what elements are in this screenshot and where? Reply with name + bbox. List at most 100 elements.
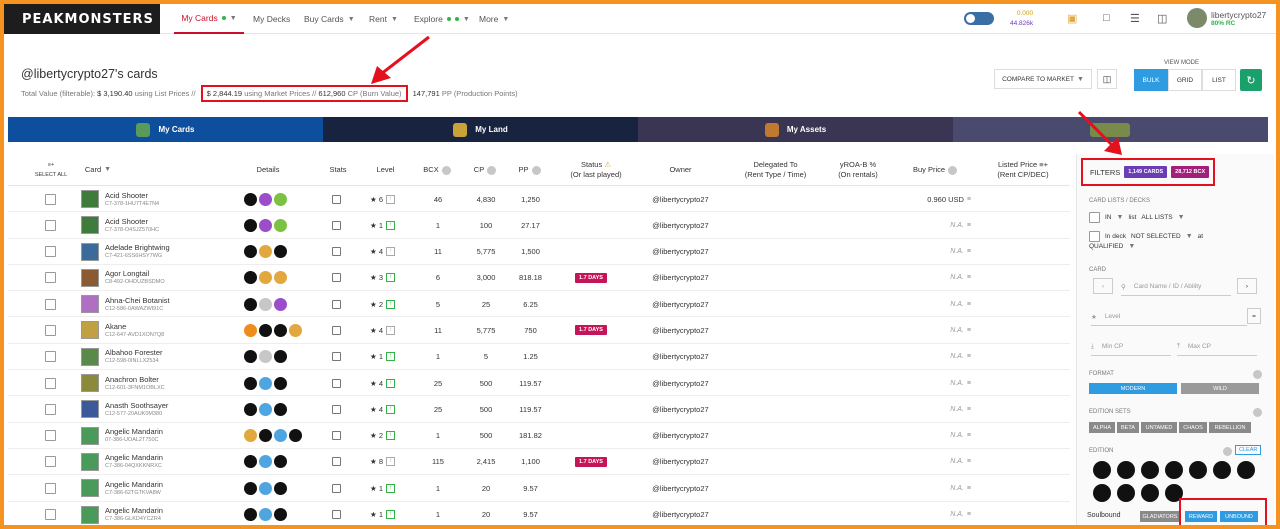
info-icon[interactable] — [1223, 447, 1232, 456]
edition-reward-icon[interactable] — [1165, 461, 1183, 479]
cp-header[interactable]: CP — [466, 154, 506, 186]
set-alpha-button[interactable]: ALPHA — [1089, 422, 1115, 433]
view-grid-button[interactable]: GRID — [1168, 69, 1202, 91]
stats-cell[interactable] — [332, 212, 341, 238]
card-cell[interactable]: Angelic Mandarin C7-386-04QXKKNRXC — [81, 449, 163, 475]
qualified-select[interactable]: QUALIFIED ▼ — [1089, 243, 1135, 250]
level-up-icon[interactable]: ↑ — [386, 431, 395, 441]
card-detail-icon[interactable] — [259, 323, 272, 337]
refresh-button[interactable]: ↻ — [1240, 69, 1262, 91]
owner-cell[interactable]: @libertycrypto27 — [638, 212, 723, 238]
set-chaos-button[interactable]: CHAOS — [1179, 422, 1207, 433]
nav-explore[interactable]: Explore ▼ — [414, 4, 470, 34]
owner-cell[interactable]: @libertycrypto27 — [638, 265, 723, 291]
row-checkbox[interactable] — [45, 403, 56, 415]
card-detail-icon[interactable] — [244, 245, 257, 259]
card-cell[interactable]: Ahna-Chei Botanist C12-586-0AWAZWI91C — [81, 291, 170, 317]
format-wild-button[interactable]: WILD — [1181, 383, 1259, 394]
list-icon[interactable]: ≡ — [967, 432, 971, 439]
row-checkbox[interactable] — [45, 246, 56, 258]
list-icon[interactable]: ≡ — [967, 274, 971, 281]
stats-cell[interactable] — [332, 239, 341, 265]
card-cell[interactable]: Angelic Mandarin C7-386-62TGTKVA8W — [81, 475, 163, 501]
card-detail-icon[interactable] — [259, 218, 272, 232]
owner-cell[interactable]: @libertycrypto27 — [638, 502, 723, 525]
list-icon[interactable]: ≡ — [967, 380, 971, 387]
table-row[interactable]: Angelic Mandarin 07-386-UOAL2T750C ★ 2 ↑ 1… — [8, 423, 1070, 449]
edition-alpha-icon[interactable] — [1093, 461, 1111, 479]
table-row[interactable]: Ahna-Chei Botanist C12-586-0AWAZWI91C ★ 2… — [8, 291, 1070, 318]
level-up-icon[interactable]: ↑ — [386, 299, 395, 309]
row-checkbox[interactable] — [45, 456, 56, 468]
card-detail-icon[interactable] — [274, 245, 287, 259]
min-cp-input[interactable]: ⤓ Min CP — [1091, 338, 1171, 356]
table-row[interactable]: Angelic Mandarin C7-386-62TGTKVA8W ★ 1 ↑ 1… — [8, 475, 1070, 502]
card-detail-icon[interactable] — [274, 323, 287, 337]
row-checkbox[interactable] — [45, 509, 56, 521]
card-detail-icon[interactable] — [244, 218, 257, 232]
inbox-icon[interactable]: □ — [1103, 12, 1110, 24]
edition-beta-icon[interactable] — [1117, 461, 1135, 479]
row-checkbox[interactable] — [45, 324, 56, 336]
table-row[interactable]: Angelic Mandarin C7-386-GLKD4YCZR4 ★ 1 ↑ 1… — [8, 502, 1070, 525]
table-row[interactable]: Agor Longtail C8-492-OHDUZBSDMO ★ 3 ↑ 6 3,… — [8, 265, 1070, 292]
yroa-header[interactable]: yROA-B % (On rentals) — [828, 154, 888, 186]
view-list-button[interactable]: LIST — [1202, 69, 1236, 91]
card-detail-icon[interactable] — [244, 350, 257, 364]
level-up-icon[interactable]: ↑ — [386, 220, 395, 230]
card-detail-icon[interactable] — [259, 297, 272, 311]
list-icon[interactable]: ≡ — [967, 327, 971, 334]
table-row[interactable]: Adelade Brightwing C7-421-6SS6HSY7WG ★ 4 ↑… — [8, 239, 1070, 265]
card-detail-icon[interactable] — [274, 271, 287, 285]
list-icon[interactable]: ≡ — [967, 222, 971, 229]
owner-cell[interactable]: @libertycrypto27 — [638, 396, 723, 422]
level-operator-select[interactable]: = — [1247, 308, 1261, 324]
card-detail-icon[interactable] — [244, 429, 257, 443]
info-icon[interactable] — [1253, 408, 1262, 417]
card-detail-icon[interactable] — [259, 192, 272, 206]
list-icon[interactable]: ≡ — [967, 248, 971, 255]
in-select[interactable]: IN — [1105, 214, 1112, 221]
stats-cell[interactable] — [332, 396, 341, 422]
card-detail-icon[interactable] — [274, 376, 287, 390]
max-cp-input[interactable]: ⤒ Max CP — [1177, 338, 1257, 356]
card-detail-icon[interactable] — [244, 271, 257, 285]
nav-more[interactable]: More ▼ — [479, 4, 509, 34]
soulbound-reward-button[interactable]: REWARD — [1185, 511, 1217, 522]
card-detail-icon[interactable] — [274, 402, 287, 416]
nav-buy-cards[interactable]: Buy Cards ▼ — [304, 4, 355, 34]
card-cell[interactable]: Anachron Bolter C12-601-3FNM1OBLXC — [81, 370, 165, 396]
card-detail-icon[interactable] — [259, 402, 272, 416]
chat-icon[interactable]: ▣ — [1067, 12, 1077, 25]
card-detail-icon[interactable] — [244, 376, 257, 390]
soulbound-unbound-button[interactable]: UNBOUND — [1220, 511, 1258, 522]
prev-card-button[interactable]: ‹ — [1093, 278, 1113, 294]
list-icon[interactable]: ≡ — [967, 458, 971, 465]
deck-filter-checkbox[interactable] — [1089, 231, 1100, 242]
row-checkbox[interactable] — [45, 298, 56, 310]
card-detail-icon[interactable] — [274, 481, 287, 495]
card-detail-icon[interactable] — [274, 429, 287, 443]
level-up-icon[interactable]: ↑ — [386, 352, 395, 362]
owner-cell[interactable]: @libertycrypto27 — [638, 317, 723, 343]
card-detail-icon[interactable] — [274, 508, 287, 522]
set-beta-button[interactable]: BETA — [1117, 422, 1139, 433]
theme-toggle[interactable] — [964, 12, 994, 25]
card-detail-icon[interactable] — [259, 429, 272, 443]
edition-chaos-icon[interactable] — [1237, 461, 1255, 479]
card-detail-icon[interactable] — [289, 323, 302, 337]
layers-icon[interactable]: ☰ — [1130, 12, 1140, 25]
card-search-input[interactable]: ⚲ Card Name / ID / Ability — [1121, 278, 1231, 296]
bcx-header[interactable]: BCX — [413, 154, 463, 186]
card-detail-icon[interactable] — [244, 402, 257, 416]
stats-cell[interactable] — [332, 449, 341, 475]
card-cell[interactable]: Angelic Mandarin 07-386-UOAL2T750C — [81, 423, 163, 449]
table-row[interactable]: Akane C12-647-AVD1XON7Q8 ★ 4 ↑ 11 5,775 75… — [8, 317, 1070, 344]
stats-cell[interactable] — [332, 475, 341, 501]
sort-card-header[interactable]: Card ▼ — [78, 154, 118, 186]
deck-select[interactable]: NOT SELECTED — [1131, 233, 1181, 240]
edition-dice-icon[interactable] — [1213, 461, 1231, 479]
set-rebellion-button[interactable]: REBELLION — [1209, 422, 1251, 433]
nav-my-cards[interactable]: My Cards ▼ — [174, 4, 244, 34]
stats-cell[interactable] — [332, 265, 341, 291]
